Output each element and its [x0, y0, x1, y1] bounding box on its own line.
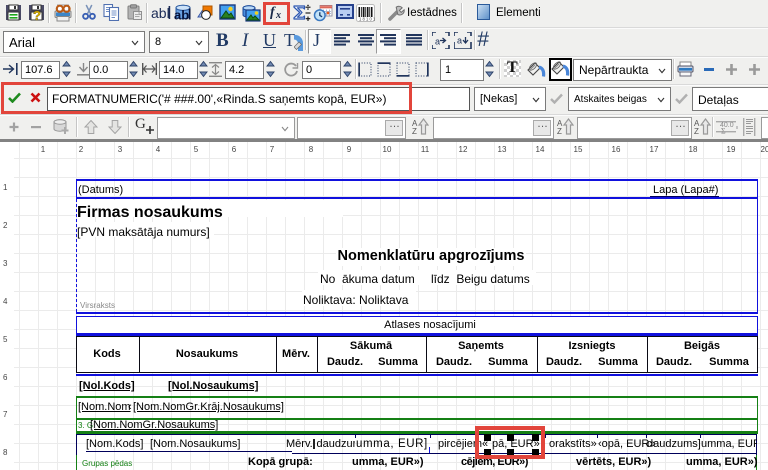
svg-text:ab: ab — [174, 8, 189, 22]
svg-text:x: x — [275, 10, 281, 20]
svg-text:abl: abl — [151, 5, 170, 21]
svg-text:Z: Z — [412, 127, 417, 135]
svg-text:Z: Z — [694, 127, 699, 135]
svg-text:a: a — [435, 37, 440, 47]
svg-text:1 8 1 0 1: 1 8 1 0 1 — [359, 17, 375, 22]
svg-text:Σ: Σ — [721, 127, 726, 136]
svg-text:?: ? — [33, 8, 41, 21]
svg-text:Z: Z — [557, 127, 562, 135]
svg-text:a: a — [457, 36, 462, 46]
